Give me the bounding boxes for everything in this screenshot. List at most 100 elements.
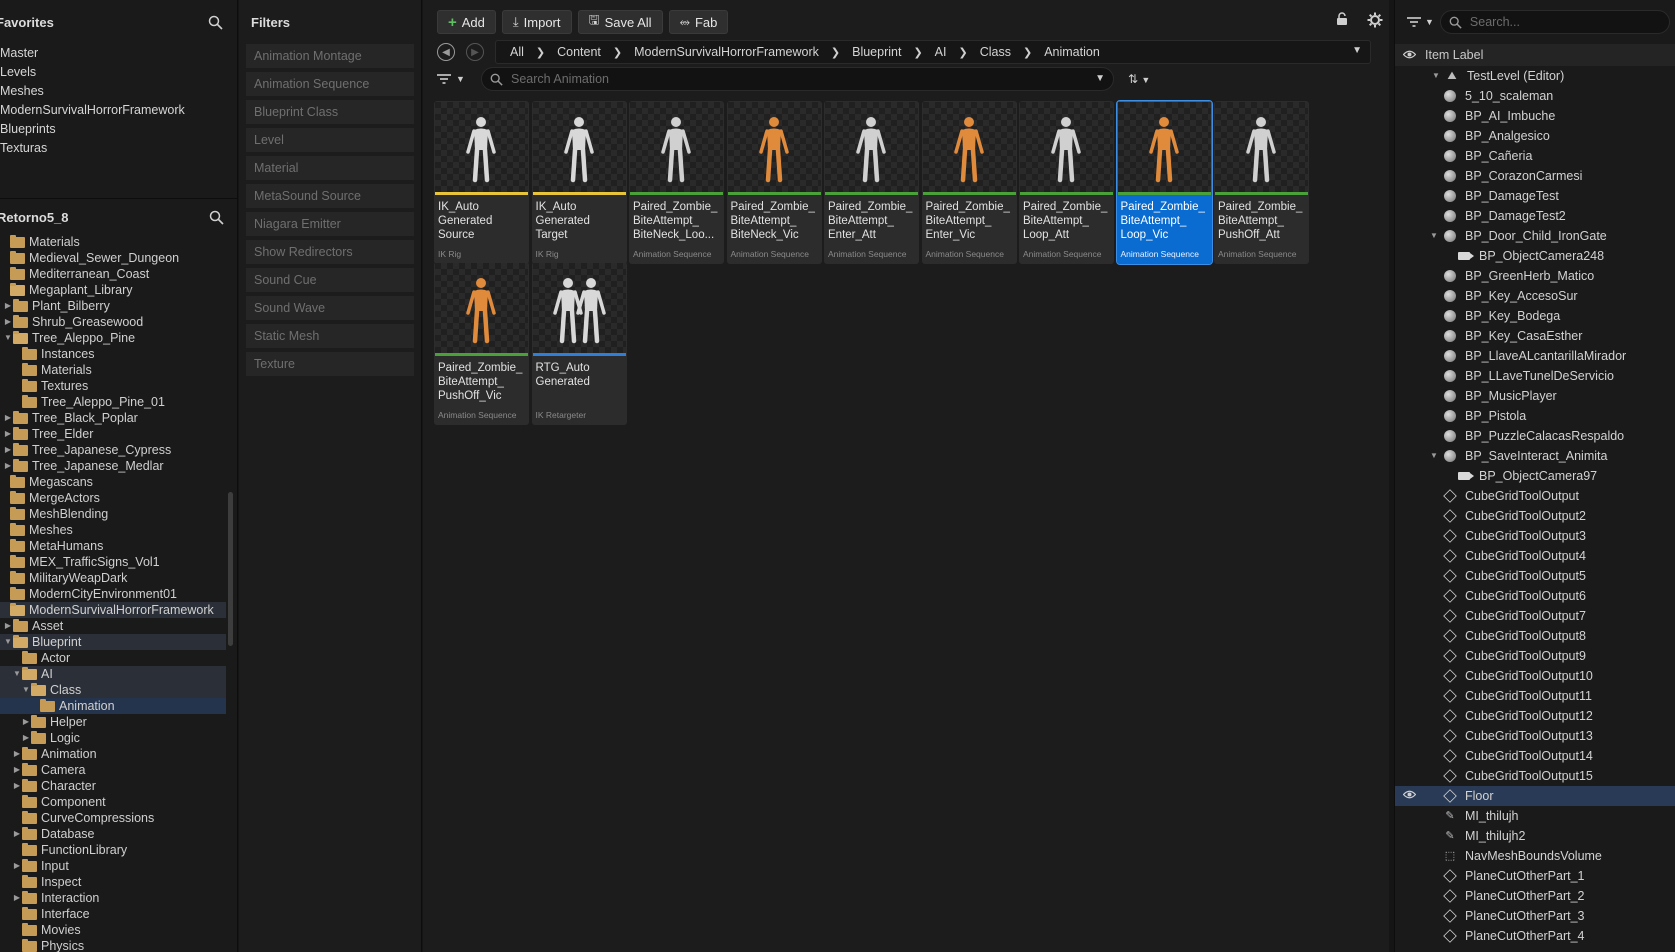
outliner-item[interactable]: PlaneCutOtherPart_4 [1395,926,1675,946]
favorite-item[interactable]: Levels [0,63,237,82]
outliner-item[interactable]: BP_DamageTest [1395,186,1675,206]
outliner-item[interactable]: BP_ObjectCamera248 [1395,246,1675,266]
chevron-right-icon[interactable]: ▶ [3,314,13,330]
chevron-down-icon[interactable]: ▼ [1352,45,1362,56]
folder-tree-item[interactable]: MEX_TrafficSigns_Vol1 [0,554,226,570]
outliner-item[interactable]: BP_Key_CasaEsther [1395,326,1675,346]
folder-tree-item[interactable]: ▶ Plant_Bilberry [0,298,226,314]
folder-tree-item[interactable]: CurveCompressions [0,810,226,826]
outliner-item[interactable]: ✎ MI_thilujh2 [1395,826,1675,846]
folder-tree-item[interactable]: Meshes [0,522,226,538]
folder-tree-item[interactable]: Megascans [0,474,226,490]
chevron-right-icon[interactable]: ▶ [3,426,13,442]
folder-tree-item[interactable]: ▶ Logic [0,730,226,746]
folder-tree-item[interactable]: Medieval_Sewer_Dungeon [0,250,226,266]
outliner-item[interactable]: Floor [1395,786,1675,806]
folder-tree-item[interactable]: Animation [0,698,226,714]
outliner-search-input[interactable]: Search... [1439,10,1670,34]
eye-icon[interactable] [1402,48,1425,62]
chevron-right-icon[interactable]: ▶ [12,858,22,874]
breadcrumb-item[interactable]: All [510,45,524,59]
outliner-item[interactable]: BP_Key_Bodega [1395,306,1675,326]
project-header[interactable]: Retorno5_8 [0,198,237,236]
chevron-down-icon[interactable]: ▼ [3,330,13,346]
outliner-item[interactable]: CubeGridToolOutput3 [1395,526,1675,546]
chevron-down-icon[interactable]: ▼ [1430,226,1440,246]
chevron-down-icon[interactable]: ▼ [21,682,31,698]
favorites-header[interactable]: Favorites [0,0,237,44]
folder-tree-item[interactable]: ModernSurvivalHorrorFramework [0,602,226,618]
outliner-item[interactable]: CubeGridToolOutput7 [1395,606,1675,626]
outliner-item[interactable]: BP_MusicPlayer [1395,386,1675,406]
asset-tile[interactable]: RTG_Auto Generated IK Retargeter [531,262,627,425]
outliner-item[interactable]: ⬚ NavMeshBoundsVolume [1395,846,1675,866]
filter-icon[interactable]: ▼ [1407,16,1434,28]
folder-tree-item[interactable]: Physics [0,938,226,952]
favorite-item[interactable]: Blueprints [0,120,237,139]
outliner-item[interactable]: CubeGridToolOutput13 [1395,726,1675,746]
chevron-right-icon[interactable]: ❯ [613,46,622,59]
chevron-down-icon[interactable]: ▼ [1095,73,1105,84]
forward-arrow-icon[interactable]: ▶ [466,43,484,61]
favorite-item[interactable]: ModernSurvivalHorrorFramework [0,101,237,120]
outliner-item[interactable]: CubeGridToolOutput11 [1395,686,1675,706]
folder-tree-item[interactable]: ▶ Shrub_Greasewood [0,314,226,330]
filter-chip[interactable]: Static Mesh [246,324,414,348]
asset-tile[interactable]: IK_Auto Generated Source IK Rig [434,101,529,264]
outliner-item[interactable]: ▼ ⛰ TestLevel (Editor) [1395,66,1675,86]
folder-tree-item[interactable]: ▶ Camera [0,762,226,778]
folder-tree-item[interactable]: MeshBlending [0,506,226,522]
folder-tree-item[interactable]: ▶ Character [0,778,226,794]
outliner-item[interactable]: CubeGridToolOutput6 [1395,586,1675,606]
folder-tree-item[interactable]: ▶ Tree_Japanese_Medlar [0,458,226,474]
asset-tile[interactable]: Paired_Zombie_ BiteAttempt_ BiteNeck_Loo… [629,101,724,264]
folder-tree-item[interactable]: ▶ Tree_Elder [0,426,226,442]
outliner-item[interactable]: BP_GreenHerb_Matico [1395,266,1675,286]
chevron-right-icon[interactable]: ▶ [3,442,13,458]
breadcrumb-item[interactable]: Blueprint [852,45,901,59]
settings-gear-icon[interactable] [1367,12,1383,31]
breadcrumb-item[interactable]: ModernSurvivalHorrorFramework [634,45,819,59]
outliner-item[interactable]: ▼ BP_SaveInteract_Animita [1395,446,1675,466]
folder-tree-item[interactable]: MetaHumans [0,538,226,554]
filter-chip[interactable]: Material [246,156,414,180]
asset-tile[interactable]: IK_Auto Generated Target IK Rig [531,101,627,264]
lock-icon[interactable] [1335,12,1349,31]
outliner-item[interactable]: CubeGridToolOutput [1395,486,1675,506]
folder-tree-item[interactable]: ▶ Helper [0,714,226,730]
chevron-down-icon[interactable]: ▼ [12,666,22,682]
outliner-item[interactable]: PlaneCutOtherPart_1 [1395,866,1675,886]
folder-tree-item[interactable]: ▼ Tree_Aleppo_Pine [0,330,226,346]
folder-tree-item[interactable]: Megaplant_Library [0,282,226,298]
filter-chip[interactable]: Niagara Emitter [246,212,414,236]
chevron-right-icon[interactable]: ▶ [21,730,31,746]
chevron-right-icon[interactable]: ▶ [12,826,22,842]
chevron-right-icon[interactable]: ❯ [536,46,545,59]
filter-chip[interactable]: Sound Wave [246,296,414,320]
favorite-item[interactable]: Master [0,44,237,63]
outliner-item[interactable]: PlaneCutOtherPart_3 [1395,906,1675,926]
asset-tile[interactable]: Paired_Zombie_ BiteAttempt_ Loop_Vic Ani… [1115,100,1213,265]
chevron-right-icon[interactable]: ❯ [958,46,967,59]
chevron-down-icon[interactable]: ▼ [1430,446,1440,466]
chevron-right-icon[interactable]: ▶ [21,714,31,730]
chevron-down-icon[interactable]: ▼ [3,634,13,650]
folder-tree-item[interactable]: Inspect [0,874,226,890]
outliner-item[interactable]: CubeGridToolOutput14 [1395,746,1675,766]
outliner-item[interactable]: BP_LLaveTunelDeServicio [1395,366,1675,386]
folder-tree-item[interactable]: ▼ AI [0,666,226,682]
outliner-item[interactable]: BP_Cañeria [1395,146,1675,166]
import-button[interactable]: ⤓ Import [501,10,572,34]
folder-tree-item[interactable]: ▶ Database [0,826,226,842]
folder-tree-item[interactable]: MilitaryWeapDark [0,570,226,586]
filter-dropdown-button[interactable]: ▼ [437,73,475,85]
chevron-right-icon[interactable]: ▶ [12,746,22,762]
outliner-item[interactable]: CubeGridToolOutput10 [1395,666,1675,686]
folder-tree-item[interactable]: ▼ Blueprint [0,634,226,650]
asset-tile[interactable]: Paired_Zombie_ BiteAttempt_ Enter_Att An… [824,101,919,264]
chevron-right-icon[interactable]: ▶ [12,890,22,906]
chevron-right-icon[interactable]: ▶ [3,410,13,426]
folder-tree-item[interactable]: ▼ Class [0,682,226,698]
asset-tile[interactable]: Paired_Zombie_ BiteAttempt_ BiteNeck_Vic… [726,101,822,264]
folder-tree-item[interactable]: ▶ Animation [0,746,226,762]
